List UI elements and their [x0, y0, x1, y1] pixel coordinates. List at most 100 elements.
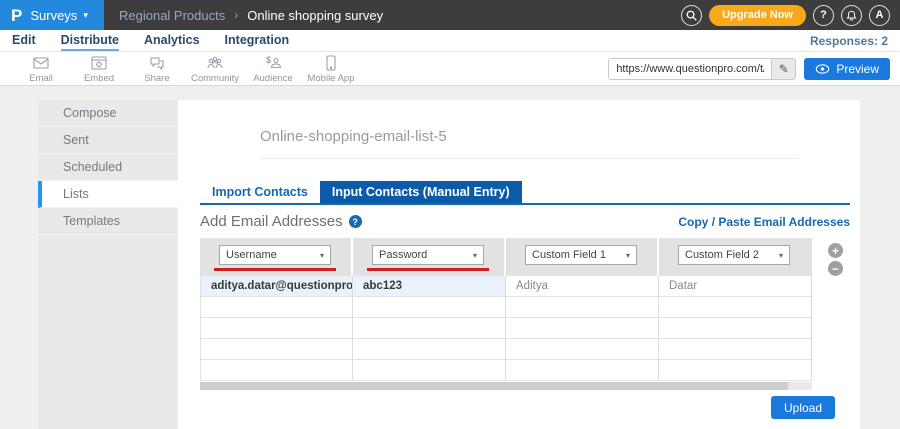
cell-custom-1[interactable] [506, 360, 659, 381]
custom-field-2-column-select[interactable]: Custom Field 2 ▾ [678, 245, 790, 265]
section-heading-row: Add Email Addresses ? Copy / Paste Email… [200, 213, 850, 230]
notifications-button[interactable] [841, 5, 862, 26]
screen: P Surveys ▾ Regional Products › Online s… [0, 0, 900, 429]
cell-email[interactable] [200, 297, 353, 318]
cell-password[interactable]: abc123 [353, 276, 506, 297]
mobile-app-icon [322, 54, 340, 72]
chevron-down-icon: ▾ [83, 10, 88, 21]
breadcrumb: Regional Products › Online shopping surv… [119, 8, 383, 23]
section-title: Add Email Addresses [200, 213, 343, 230]
tool-email[interactable]: Email [12, 54, 70, 84]
table-row [200, 297, 812, 318]
questionpro-logo-icon: P [11, 7, 22, 24]
preview-button[interactable]: Preview [804, 58, 890, 80]
cell-custom-2[interactable] [659, 339, 812, 360]
cell-password[interactable] [353, 318, 506, 339]
scrollbar-thumb[interactable] [200, 382, 788, 390]
cell-custom-1[interactable]: Aditya [506, 276, 659, 297]
survey-url-input[interactable] [609, 59, 771, 79]
tool-label: Share [144, 73, 169, 84]
cell-password[interactable] [353, 297, 506, 318]
cell-custom-2[interactable] [659, 360, 812, 381]
menu-item-distribute[interactable]: Distribute [61, 30, 119, 51]
cell-custom-1[interactable] [506, 297, 659, 318]
email-icon [32, 54, 50, 72]
avatar[interactable]: A [869, 5, 890, 26]
menu-item-analytics[interactable]: Analytics [144, 30, 200, 51]
contacts-table: Username ▾ Password ▾ [200, 238, 812, 381]
cell-custom-2[interactable] [659, 297, 812, 318]
bell-icon [845, 9, 858, 22]
search-button[interactable] [681, 5, 702, 26]
breadcrumb-parent[interactable]: Regional Products [119, 8, 225, 23]
embed-icon [90, 54, 108, 72]
responses-count[interactable]: Responses: 2 [810, 34, 888, 48]
cell-password[interactable] [353, 339, 506, 360]
breadcrumb-current: Online shopping survey [247, 8, 383, 23]
cell-email[interactable] [200, 318, 353, 339]
tool-mobile-app[interactable]: Mobile App [302, 54, 360, 84]
eye-icon [815, 64, 830, 74]
cell-email[interactable]: aditya.datar@questionpro.com [200, 276, 353, 297]
audience-icon: $ [264, 54, 282, 72]
search-icon [685, 9, 698, 22]
sidebar-item-compose[interactable]: Compose [38, 100, 178, 127]
tool-label: Mobile App [307, 73, 354, 84]
edit-url-button[interactable]: ✎ [771, 59, 795, 79]
table-header-row: Username ▾ Password ▾ [200, 238, 812, 276]
cell-email[interactable] [200, 360, 353, 381]
help-tooltip-icon[interactable]: ? [349, 215, 362, 228]
upgrade-now-button[interactable]: Upgrade Now [709, 5, 806, 26]
email-sidebar: Compose Sent Scheduled Lists Templates [38, 100, 178, 429]
sidebar-item-lists[interactable]: Lists [38, 181, 178, 208]
survey-url-group: ✎ [608, 58, 796, 80]
distribute-toolbar: Email Embed Share Community $ Audience M… [0, 52, 900, 86]
tab-import-contacts[interactable]: Import Contacts [200, 181, 320, 203]
menu-item-integration[interactable]: Integration [225, 30, 290, 51]
remove-row-button[interactable]: − [828, 261, 843, 276]
add-row-button[interactable]: + [828, 243, 843, 258]
topbar: P Surveys ▾ Regional Products › Online s… [0, 0, 900, 30]
svg-text:$: $ [266, 55, 271, 65]
cell-custom-1[interactable] [506, 318, 659, 339]
tool-embed[interactable]: Embed [70, 54, 128, 84]
product-switcher[interactable]: P Surveys ▾ [0, 0, 104, 30]
cell-custom-2[interactable] [659, 318, 812, 339]
table-row [200, 360, 812, 381]
required-underline [367, 268, 489, 271]
community-icon [206, 54, 224, 72]
chevron-down-icon: ▾ [626, 251, 630, 260]
tool-label: Community [191, 73, 239, 84]
help-button[interactable]: ? [813, 5, 834, 26]
share-icon [148, 54, 166, 72]
tool-label: Embed [84, 73, 114, 84]
cell-custom-2[interactable]: Datar [659, 276, 812, 297]
list-name-field[interactable]: Online-shopping-email-list-5 [260, 128, 798, 159]
upload-button[interactable]: Upload [771, 396, 835, 419]
chevron-down-icon: ▾ [779, 251, 783, 260]
select-value: Password [379, 249, 427, 261]
sidebar-item-scheduled[interactable]: Scheduled [38, 154, 178, 181]
sidebar-item-templates[interactable]: Templates [38, 208, 178, 235]
tool-label: Email [29, 73, 53, 84]
preview-label: Preview [836, 62, 879, 76]
menu-item-edit[interactable]: Edit [12, 30, 36, 51]
tab-input-contacts-manual-entry[interactable]: Input Contacts (Manual Entry) [320, 181, 522, 203]
pencil-icon: ✎ [779, 62, 789, 76]
cell-password[interactable] [353, 360, 506, 381]
table-horizontal-scrollbar [200, 382, 812, 390]
password-column-select[interactable]: Password ▾ [372, 245, 484, 265]
cell-custom-1[interactable] [506, 339, 659, 360]
column-header-username: Username ▾ [200, 238, 353, 276]
cell-email[interactable] [200, 339, 353, 360]
table-row: aditya.datar@questionpro.com abc123 Adit… [200, 276, 812, 297]
copy-paste-email-addresses-link[interactable]: Copy / Paste Email Addresses [678, 215, 850, 229]
toolbar-right: ✎ Preview [608, 58, 890, 80]
column-header-password: Password ▾ [353, 238, 506, 276]
tool-community[interactable]: Community [186, 54, 244, 84]
tool-audience[interactable]: $ Audience [244, 54, 302, 84]
custom-field-1-column-select[interactable]: Custom Field 1 ▾ [525, 245, 637, 265]
tool-share[interactable]: Share [128, 54, 186, 84]
username-column-select[interactable]: Username ▾ [219, 245, 331, 265]
sidebar-item-sent[interactable]: Sent [38, 127, 178, 154]
